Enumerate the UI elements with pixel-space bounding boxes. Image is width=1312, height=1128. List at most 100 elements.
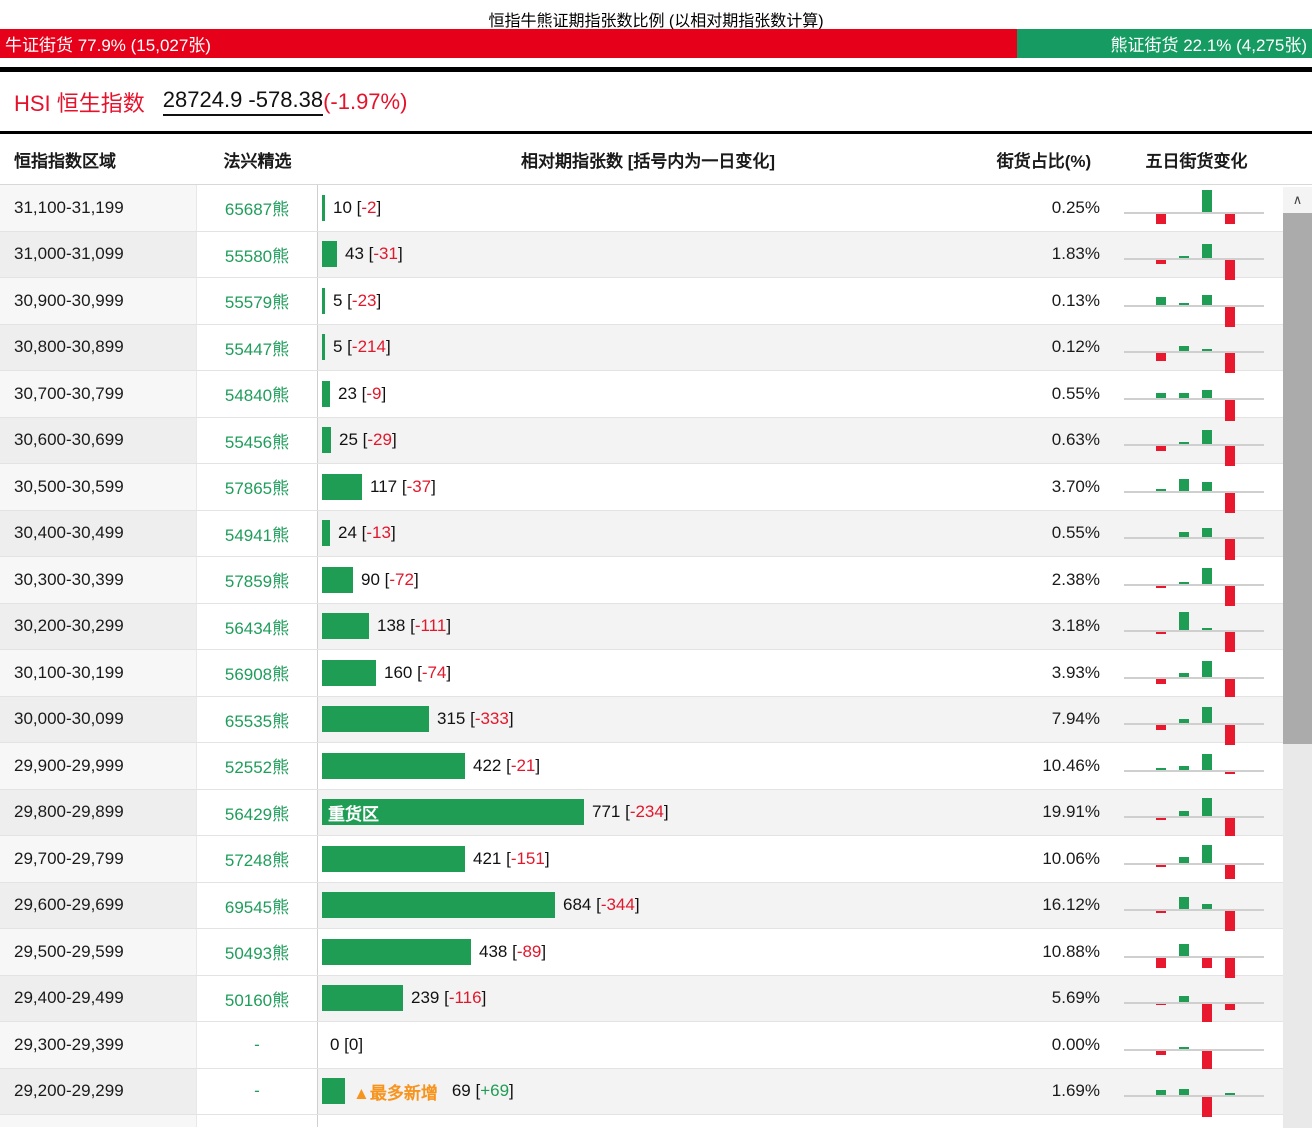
index-range-cell: 30,500-30,599: [0, 464, 197, 510]
index-change-pct: (-1.97%): [323, 88, 408, 114]
outstanding-pct-cell: 3.70%: [1051, 476, 1100, 496]
table-row: 31,100-31,199 65687熊 10 [-2] 0.25%: [0, 185, 1312, 232]
mini-chart-baseline: [1124, 862, 1264, 865]
cbbc-code-link[interactable]: 56434熊: [197, 603, 318, 649]
five-day-change-cell: [1110, 417, 1283, 467]
contracts-bar: [322, 1078, 345, 1105]
cbbc-code-link[interactable]: 56429熊: [197, 789, 318, 835]
cbbc-code-link[interactable]: 57859熊: [197, 557, 318, 603]
scroll-up-button[interactable]: ∧: [1283, 187, 1312, 213]
contracts-bar-wrap: 117 [-37]: [318, 473, 978, 500]
bear-ratio-label: 熊证街货 22.1% (4,275张): [1110, 36, 1307, 55]
mini-bar-down: [1156, 911, 1166, 914]
mini-bar-down: [1156, 1050, 1166, 1055]
contracts-bar: [322, 659, 376, 686]
mini-bar-up: [1179, 256, 1189, 259]
five-day-mini-chart: [1124, 324, 1264, 374]
header-relative-contracts: 相对期指张数 [括号内为一日变化]: [520, 151, 776, 171]
header-outstanding-pct: 街货占比(%): [996, 151, 1092, 171]
contracts-value-text: 5 [-23]: [333, 290, 382, 310]
contracts-value-text: 25 [-29]: [339, 430, 397, 450]
five-day-change-cell: [1110, 882, 1283, 932]
outstanding-pct-cell: 7.94%: [1051, 709, 1100, 729]
cbbc-code-link[interactable]: 55447熊: [197, 324, 318, 370]
cbbc-code-link[interactable]: 54840熊: [197, 371, 318, 417]
mini-chart-baseline: [1124, 211, 1264, 214]
contracts-bar-wrap: 10 [-2]: [318, 194, 978, 221]
contracts-cell: 5 [-214]: [318, 334, 978, 361]
cbbc-code-link[interactable]: 54941熊: [197, 510, 318, 556]
table-row: 30,200-30,299 56434熊 138 [-111] 3.18%: [0, 603, 1312, 653]
outstanding-pct-cell: 3.93%: [1051, 662, 1100, 682]
contracts-bar: [322, 985, 403, 1012]
contracts-value-text: 23 [-9]: [338, 383, 387, 403]
mini-bar-down: [1156, 957, 1166, 968]
contracts-bar-wrap: ▲最多新增 69 [+69]: [318, 1078, 978, 1105]
five-day-mini-chart: [1124, 882, 1264, 932]
mini-chart-baseline: [1124, 490, 1264, 493]
five-day-mini-chart: [1124, 557, 1264, 606]
mini-bar-up: [1179, 672, 1189, 677]
five-day-mini-chart: [1124, 464, 1264, 513]
cbbc-code-link[interactable]: 57248熊: [197, 836, 318, 882]
cbbc-code-link[interactable]: 57865熊: [197, 464, 318, 510]
vertical-scrollbar[interactable]: ∧: [1283, 187, 1312, 1128]
mini-chart-baseline: [1124, 955, 1264, 958]
mini-bar-down: [1156, 213, 1166, 224]
mini-bar-down: [1156, 632, 1166, 635]
mini-bar-up: [1225, 1093, 1235, 1096]
contracts-cell: 24 [-13]: [318, 520, 978, 547]
mini-bar-up: [1179, 996, 1189, 1003]
cbbc-code-link[interactable]: 50493熊: [197, 929, 318, 975]
cbbc-code-link[interactable]: 65687熊: [197, 185, 318, 231]
mini-bar-up: [1202, 798, 1212, 817]
contracts-bar: [322, 520, 330, 547]
outstanding-pct-cell: 0.55%: [1051, 523, 1100, 543]
mini-bar-up: [1202, 189, 1212, 212]
contracts-cell: 315 [-333]: [318, 706, 978, 733]
header-index-range: 恒指指数区域: [14, 151, 116, 171]
index-range-cell: 30,000-30,099: [0, 696, 197, 742]
scrollbar-thumb[interactable]: [1283, 213, 1312, 744]
mini-bar-up: [1156, 392, 1166, 398]
index-price-change-link[interactable]: 28724.9 -578.38: [162, 87, 324, 116]
contracts-bar-wrap: 421 [-151]: [318, 845, 978, 872]
contracts-bar-wrap: 315 [-333]: [318, 706, 978, 733]
cbbc-code-link[interactable]: 65535熊: [197, 696, 318, 742]
contracts-bar: [322, 706, 429, 733]
header-sg-picks: 法兴精选: [223, 151, 292, 171]
mini-bar-down: [1156, 353, 1166, 362]
cbbc-code-link[interactable]: 55579熊: [197, 278, 318, 324]
outstanding-pct-cell: 10.06%: [1042, 848, 1100, 868]
contracts-bar-wrap: 43 [-31]: [318, 241, 978, 268]
partial-next-row: [0, 1115, 1312, 1127]
contracts-value-text: 315 [-333]: [437, 709, 514, 729]
index-range-cell: 31,000-31,099: [0, 231, 197, 277]
index-range-cell: 29,300-29,399: [0, 1022, 197, 1068]
header-5day-change: 五日街货变化: [1145, 151, 1248, 171]
five-day-mini-chart: [1124, 650, 1264, 697]
mini-bar-up: [1179, 1046, 1189, 1049]
table-body: 31,100-31,199 65687熊 10 [-2] 0.25% 31,000-31…: [0, 185, 1312, 1118]
five-day-mini-chart: [1124, 789, 1264, 837]
mini-bar-up: [1202, 844, 1212, 863]
contracts-value-text: 438 [-89]: [479, 941, 547, 961]
mini-bar-up: [1202, 904, 1212, 910]
contracts-bar: [322, 566, 353, 593]
five-day-change-cell: [1110, 464, 1283, 513]
mini-bar-down: [1156, 260, 1166, 265]
mini-bar-up: [1202, 528, 1212, 538]
cbbc-code-link[interactable]: 55456熊: [197, 417, 318, 463]
mini-bar-up: [1202, 753, 1212, 770]
cbbc-code-link[interactable]: 56908熊: [197, 650, 318, 696]
mini-bar-down: [1202, 1050, 1212, 1069]
five-day-change-cell: [1110, 603, 1283, 653]
mini-bar-up: [1179, 581, 1189, 584]
mini-bar-up: [1179, 765, 1189, 770]
cbbc-code-link[interactable]: 69545熊: [197, 882, 318, 928]
cbbc-code-link[interactable]: 52552熊: [197, 743, 318, 789]
contracts-value-text: 160 [-74]: [384, 662, 452, 682]
cbbc-code-link[interactable]: 50160熊: [197, 975, 318, 1021]
mini-chart-baseline: [1124, 258, 1264, 261]
cbbc-code-link[interactable]: 55580熊: [197, 231, 318, 277]
